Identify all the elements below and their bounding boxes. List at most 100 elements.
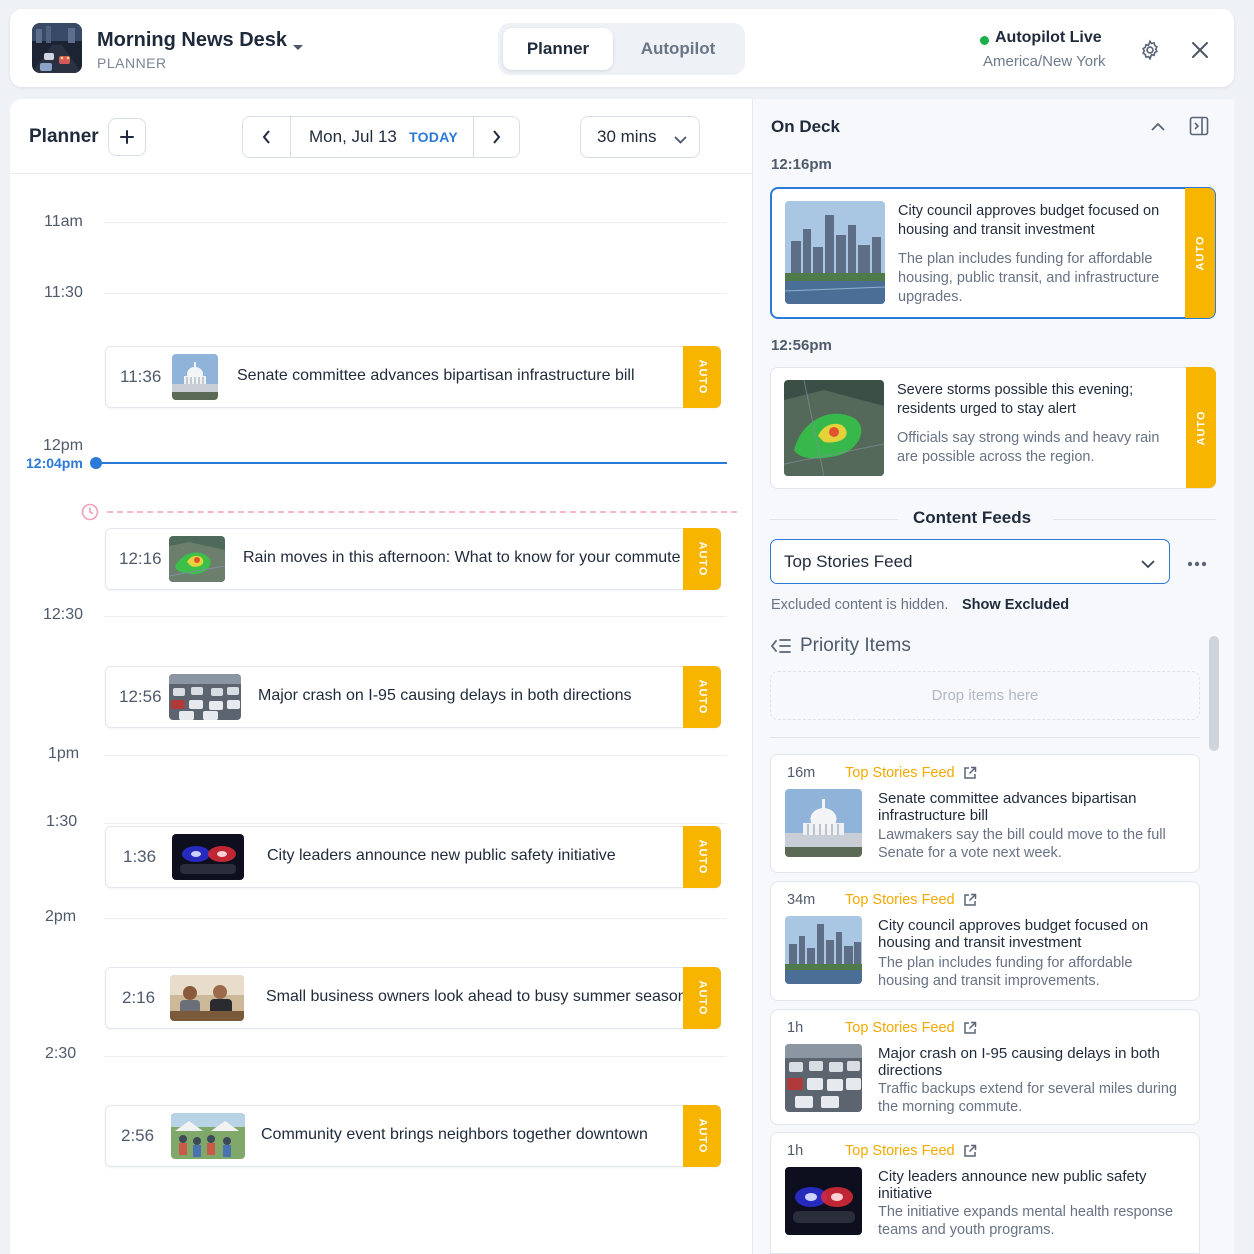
auto-tag: AUTO [683,967,721,1029]
scheduled-event[interactable]: 2:16 Small business owners look ahead to… [105,967,721,1029]
external-link-icon[interactable] [963,1144,977,1163]
time-gridline [104,823,727,824]
current-time-line [96,462,727,464]
close-icon[interactable] [1187,37,1213,63]
radar-thumbnail [784,380,884,476]
event-time: 2:56 [121,1126,155,1145]
scheduled-event[interactable]: 12:56 Major crash on I-95 causing delays… [105,666,721,728]
chevron-down-icon [674,131,687,149]
business-thumbnail [170,975,244,1021]
event-title: Major crash on I-95 causing delays in bo… [258,687,632,704]
priority-drop-zone[interactable]: Drop items here [770,671,1200,720]
external-link-icon[interactable] [963,893,977,912]
external-link-icon[interactable] [963,1021,977,1040]
planner-toolbar: Planner Mon, Jul 13 TODAY 30 mins [10,99,752,174]
scheduled-event[interactable]: 11:36 Senate committee advances bipartis… [105,346,721,408]
chevron-down-icon[interactable] [292,39,304,57]
scheduled-event[interactable]: 1:36 City leaders announce new public sa… [105,826,721,888]
feed-item[interactable]: 1h Top Stories Feed City leaders announc… [770,1132,1200,1254]
scheduled-event[interactable]: 2:56 Community event brings neighbors to… [105,1105,721,1167]
event-time: 2:16 [122,988,156,1007]
auto-tag-label: AUTO [696,359,708,395]
feed-item-source[interactable]: Top Stories Feed [845,765,955,781]
on-deck-title-text: Severe storms possible this evening; res… [897,382,1134,417]
police-thumbnail [172,834,244,880]
event-time: 11:36 [120,367,162,386]
feed-item[interactable]: 16m Top Stories Feed Senate committee ad… [770,754,1200,873]
divider [770,519,898,520]
time-gridline [104,918,727,919]
event-title: Senate committee advances bipartisan inf… [237,367,635,384]
on-deck-panel: On Deck 12:16pm City council approves bu… [752,99,1234,1254]
current-time-label: 12:04pm [26,455,83,471]
auto-tag: AUTO [683,666,721,728]
gear-icon[interactable] [1137,37,1163,63]
external-link-icon[interactable] [963,766,977,785]
community-thumbnail [171,1113,245,1159]
feed-item-description: Traffic backups extend for several miles… [878,1081,1177,1115]
planner-title: Planner [29,126,99,147]
feed-select[interactable]: Top Stories Feed [770,539,1170,584]
top-header: Morning News Desk PLANNER Planner Autopi… [10,9,1234,87]
next-slot-marker [107,511,737,513]
divider [1053,519,1216,520]
city-thumbnail [785,201,885,304]
city-thumbnail [785,916,862,984]
timezone-label: America/New York [983,53,1106,70]
scrollbar[interactable] [1209,636,1219,751]
auto-tag: AUTO [683,1105,721,1167]
chevron-right-icon [493,130,501,144]
feed-item-source[interactable]: Top Stories Feed [845,1020,955,1036]
auto-tag-label: AUTO [696,679,708,715]
interval-select[interactable]: 30 mins [580,116,700,158]
event-time: 12:16 [119,549,162,568]
feed-item[interactable]: 1h Top Stories Feed Major crash on I-95 … [770,1009,1200,1125]
tab-autopilot[interactable]: Autopilot [616,28,740,70]
add-button[interactable] [108,118,146,156]
on-deck-description: The plan includes funding for affordable… [898,251,1160,305]
feed-item-title: City council approves budget focused on … [878,917,1149,951]
previous-day-button[interactable] [243,117,291,157]
on-deck-title: On Deck [771,117,840,136]
show-excluded-link[interactable]: Show Excluded [962,597,1069,613]
auto-tag: AUTO [683,826,721,888]
feed-item[interactable]: 34m Top Stories Feed City council approv… [770,881,1200,1001]
feed-item-description: The plan includes funding for affordable… [878,955,1133,989]
app-thumbnail [32,23,82,73]
app-title[interactable]: Morning News Desk [97,29,287,52]
on-deck-description: Officials say strong winds and heavy rai… [897,430,1160,465]
time-label-12pm: 12pm [43,437,84,454]
auto-tag: AUTO [1186,367,1216,488]
more-options-icon[interactable] [1187,554,1207,572]
tab-planner[interactable]: Planner [503,28,613,70]
collapse-panel-icon[interactable] [1188,115,1210,137]
status-dot [980,36,989,45]
chevron-up-icon[interactable] [1149,117,1167,135]
today-badge[interactable]: TODAY [409,129,458,145]
feed-item-description: The initiative expands mental health res… [878,1204,1174,1238]
traffic-thumbnail [169,674,241,720]
feed-item-age: 16m [787,765,816,781]
time-label-11am: 11am [44,213,83,230]
capitol-thumbnail [785,789,862,857]
time-label-1pm: 1pm [48,745,80,762]
next-day-button[interactable] [473,117,519,157]
time-label-1230: 12:30 [43,606,84,623]
feed-item-source[interactable]: Top Stories Feed [845,1143,955,1159]
auto-tag-label: AUTO [696,839,708,875]
current-date[interactable]: Mon, Jul 13 [309,127,397,147]
clock-icon [81,503,99,526]
date-navigator: Mon, Jul 13 TODAY [242,116,520,158]
auto-tag-label: AUTO [1195,410,1207,445]
on-deck-card[interactable]: City council approves budget focused on … [770,187,1216,319]
divider [770,737,1200,738]
time-gridline [104,222,727,223]
scheduled-event[interactable]: 12:16 Rain moves in this afternoon: What… [105,528,721,590]
priority-items-title: Priority Items [800,635,911,656]
feed-item-source[interactable]: Top Stories Feed [845,892,955,908]
capitol-thumbnail [172,354,218,400]
autopilot-status: Autopilot Live [995,29,1102,46]
time-gridline [104,616,727,617]
on-deck-card[interactable]: Severe storms possible this evening; res… [770,367,1216,489]
auto-tag-label: AUTO [696,541,708,577]
